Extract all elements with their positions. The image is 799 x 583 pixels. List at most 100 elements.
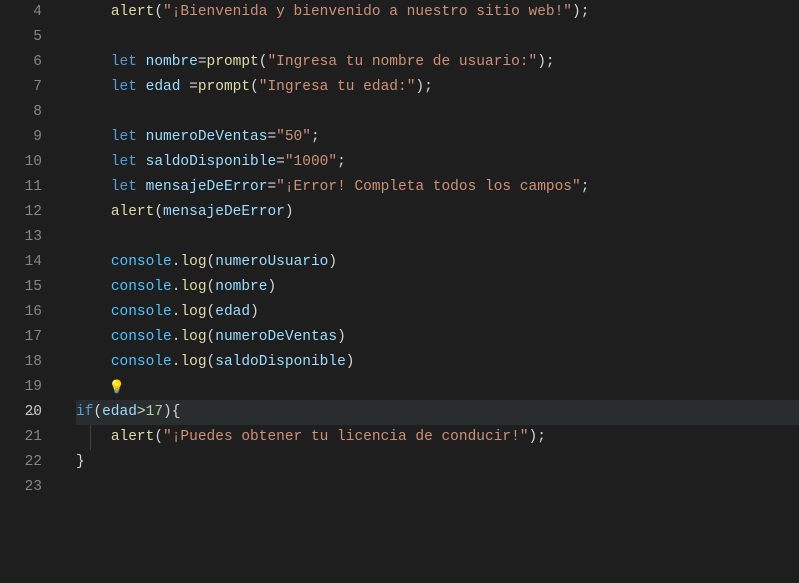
token-fn: log <box>180 354 206 370</box>
token-pun: ( <box>154 429 163 445</box>
code-line[interactable]: console.log(numeroDeVentas) <box>76 325 799 350</box>
code-line[interactable]: let nombre=prompt("Ingresa tu nombre de … <box>76 50 799 75</box>
line-number: 13 <box>0 225 42 250</box>
token-pun <box>137 154 146 170</box>
token-pun: ( <box>207 254 216 270</box>
token-str: "Ingresa tu edad:" <box>259 79 416 95</box>
token-fn: alert <box>111 4 155 20</box>
token-var: mensajeDeError <box>146 179 268 195</box>
code-line[interactable] <box>76 100 799 125</box>
code-line[interactable]: if(edad>17){ <box>76 400 799 425</box>
token-op: = <box>267 129 276 145</box>
token-str: "1000" <box>285 154 337 170</box>
chevron-down-icon[interactable] <box>26 400 40 425</box>
indent-guide <box>90 425 91 450</box>
token-obj: console <box>111 304 172 320</box>
token-var: saldoDisponible <box>146 154 277 170</box>
token-pun: ) <box>328 254 337 270</box>
code-line[interactable]: let saldoDisponible="1000"; <box>76 150 799 175</box>
token-var: numeroDeVentas <box>215 329 337 345</box>
token-op: = <box>267 179 276 195</box>
token-pun: ) <box>250 304 259 320</box>
token-pun: ) <box>163 404 172 420</box>
code-line[interactable]: let numeroDeVentas="50"; <box>76 125 799 150</box>
token-op: = <box>198 54 207 70</box>
lightbulb-icon[interactable]: 💡 <box>109 375 125 400</box>
token-pun: ( <box>93 404 102 420</box>
line-number: 4 <box>0 0 42 25</box>
token-pun: ) <box>346 354 355 370</box>
token-fn: log <box>180 304 206 320</box>
token-str: "¡Puedes obtener tu licencia de conducir… <box>163 429 528 445</box>
line-number: 15 <box>0 275 42 300</box>
token-pun <box>137 54 146 70</box>
token-pun: ( <box>250 79 259 95</box>
code-line[interactable]: alert(mensajeDeError) <box>76 200 799 225</box>
token-op: > <box>137 404 146 420</box>
token-var: numeroUsuario <box>215 254 328 270</box>
token-pun: ) <box>267 279 276 295</box>
line-number: 12 <box>0 200 42 225</box>
line-number: 18 <box>0 350 42 375</box>
line-number-gutter: 4567891011121314151617181920212223 <box>0 0 62 583</box>
line-number: 11 <box>0 175 42 200</box>
code-line[interactable]: console.log(numeroUsuario) <box>76 250 799 275</box>
line-number: 17 <box>0 325 42 350</box>
token-pun: { <box>172 404 181 420</box>
token-str: "50" <box>276 129 311 145</box>
line-number: 14 <box>0 250 42 275</box>
token-pun: ; <box>537 429 546 445</box>
token-str: "¡Bienvenida y bienvenido a nuestro siti… <box>163 4 572 20</box>
code-area[interactable]: alert ( "¡Bienvenida y bienvenido a nuestr… <box>62 0 799 583</box>
token-pun: ; <box>581 4 590 20</box>
token-pun: ) <box>529 429 538 445</box>
token-kw: let <box>111 129 137 145</box>
token-pun: ( <box>207 354 216 370</box>
token-var: numeroDeVentas <box>146 129 268 145</box>
code-line[interactable] <box>76 225 799 250</box>
token-var: edad <box>102 404 137 420</box>
code-line[interactable] <box>76 25 799 50</box>
token-fn: log <box>180 329 206 345</box>
code-line[interactable]: let edad =prompt("Ingresa tu edad:"); <box>76 75 799 100</box>
code-line[interactable]: console.log(edad) <box>76 300 799 325</box>
line-number: 9 <box>0 125 42 150</box>
token-var: edad <box>146 79 181 95</box>
code-line[interactable] <box>76 475 799 500</box>
token-num: 17 <box>146 404 163 420</box>
token-op: = <box>276 154 285 170</box>
token-str: "¡Error! Completa todos los campos" <box>276 179 581 195</box>
line-number: 22 <box>0 450 42 475</box>
token-kw: let <box>111 79 137 95</box>
token-obj: console <box>111 354 172 370</box>
code-line[interactable]: console.log(saldoDisponible) <box>76 350 799 375</box>
code-editor[interactable]: 4567891011121314151617181920212223 alert… <box>0 0 799 583</box>
line-number: 23 <box>0 475 42 500</box>
line-number: 19 <box>0 375 42 400</box>
line-number: 21 <box>0 425 42 450</box>
code-line[interactable]: 💡 <box>76 375 799 400</box>
line-number: 8 <box>0 100 42 125</box>
token-pun: ) <box>572 4 581 20</box>
token-pun <box>137 129 146 145</box>
code-line[interactable]: let mensajeDeError="¡Error! Completa tod… <box>76 175 799 200</box>
token-obj: console <box>111 279 172 295</box>
token-pun: ) <box>337 329 346 345</box>
code-line[interactable]: console.log(nombre) <box>76 275 799 300</box>
code-line[interactable]: alert("¡Puedes obtener tu licencia de co… <box>76 425 799 450</box>
code-line[interactable]: alert("¡Bienvenida y bienvenido a nuestr… <box>76 0 799 25</box>
token-pun: ; <box>424 79 433 95</box>
token-pun: ( <box>154 204 163 220</box>
token-pun: ) <box>415 79 424 95</box>
token-var: nombre <box>215 279 267 295</box>
token-pun: } <box>76 454 85 470</box>
token-kw: let <box>111 179 137 195</box>
line-number: 5 <box>0 25 42 50</box>
code-line[interactable]: } <box>76 450 799 475</box>
token-op: = <box>189 79 198 95</box>
line-number: 7 <box>0 75 42 100</box>
token-var: mensajeDeError <box>163 204 285 220</box>
token-obj: console <box>111 329 172 345</box>
token-obj: console <box>111 254 172 270</box>
token-pun: ; <box>581 179 590 195</box>
